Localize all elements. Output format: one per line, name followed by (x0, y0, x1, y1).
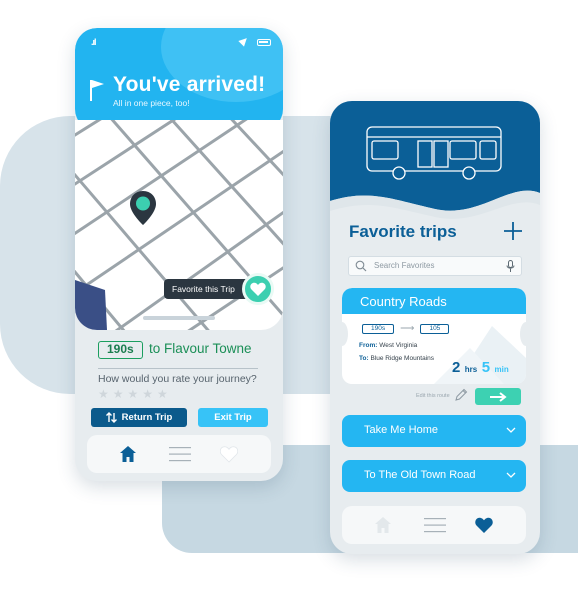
arrow-icon: ⟶ (400, 323, 415, 334)
map-pin-icon (130, 191, 156, 225)
plus-icon[interactable] (502, 220, 524, 242)
home-icon[interactable] (374, 516, 392, 534)
arrow-right-icon (490, 391, 507, 402)
drag-handle[interactable] (143, 316, 215, 320)
menu-icon[interactable] (424, 516, 446, 534)
to-line: To: Blue Ridge Mountains (359, 355, 435, 362)
bottom-tab-bar (87, 435, 271, 473)
pencil-icon[interactable] (454, 388, 468, 402)
bottom-tab-bar (342, 506, 526, 544)
rating-stars[interactable]: ★★★★★ (98, 387, 172, 401)
home-icon[interactable] (119, 445, 137, 463)
favorites-header (330, 101, 540, 219)
heart-icon[interactable] (475, 516, 493, 534)
start-trip-button[interactable] (475, 388, 521, 405)
arrival-phone: .ıl You've arrived! All in one piece, to… (75, 28, 283, 481)
trip-row[interactable]: Take Me Home (342, 415, 526, 447)
flag-icon (90, 80, 104, 101)
search-icon (355, 260, 367, 272)
menu-icon[interactable] (169, 445, 191, 463)
chevron-down-icon[interactable] (506, 427, 516, 434)
route-from-badge: 190s (362, 323, 395, 334)
trip-name: To The Old Town Road (364, 469, 476, 481)
arrival-subtitle: All in one piece, too! (113, 98, 190, 108)
ticket-notch (342, 322, 348, 346)
chevron-down-icon[interactable] (506, 472, 516, 479)
trip-row[interactable]: To The Old Town Road (342, 460, 526, 492)
search-placeholder: Search Favorites (374, 261, 435, 270)
rating-question: How would you rate your journey? (98, 373, 257, 385)
battery-icon (257, 39, 271, 46)
trip-card-header[interactable]: Country Roads (342, 288, 526, 314)
swap-arrows-icon (105, 412, 117, 423)
arrival-header: .ıl You've arrived! All in one piece, to… (75, 28, 283, 131)
divider (98, 368, 258, 369)
trip-name: Take Me Home (364, 424, 438, 436)
destination-label: to Flavour Towne (149, 341, 252, 356)
arrival-title: You've arrived! (113, 73, 266, 96)
favorites-phone: Favorite trips Search Favorites Country … (330, 101, 540, 554)
microphone-icon[interactable] (506, 260, 515, 273)
return-trip-label: Return Trip (121, 412, 173, 423)
route-indicator: 190s ⟶ 105 (362, 323, 450, 334)
trip-name: Country Roads (360, 294, 447, 309)
exit-trip-button[interactable]: Exit Trip (198, 408, 268, 427)
ticket-notch (520, 322, 526, 346)
favorite-heart-button[interactable] (242, 273, 274, 305)
showcase-canvas: .ıl You've arrived! All in one piece, to… (0, 0, 578, 595)
heart-icon (250, 282, 266, 296)
edit-route-label: Edit this route (416, 393, 450, 399)
from-line: From: West Virginia (359, 342, 418, 349)
page-title: Favorite trips (349, 222, 457, 241)
signal-icon: .ıl (91, 37, 96, 47)
route-badge: 190s (98, 341, 143, 359)
search-input[interactable]: Search Favorites (348, 256, 522, 276)
trip-duration: 2 hrs 5 min (452, 359, 509, 376)
trip-card-expanded[interactable]: Country Roads 190s ⟶ 105 From: West Virg… (342, 288, 526, 384)
route-to-badge: 105 (420, 323, 450, 334)
return-trip-button[interactable]: Return Trip (91, 408, 187, 427)
heart-icon[interactable] (220, 445, 238, 463)
